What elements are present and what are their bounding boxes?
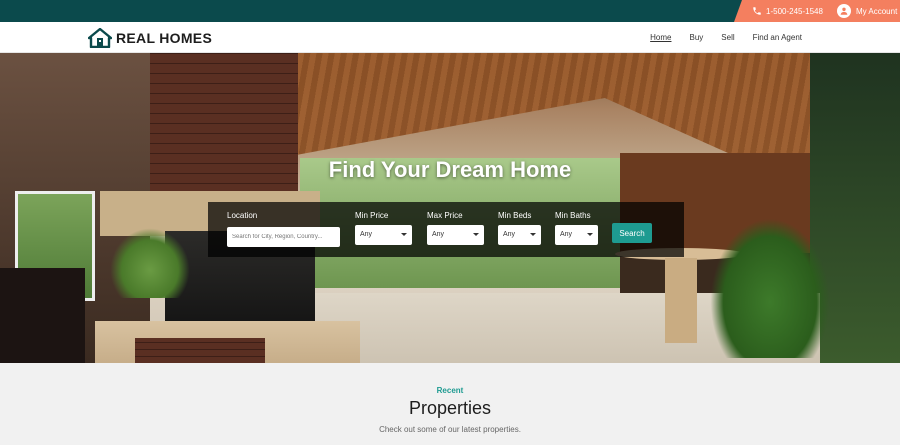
min-price-select[interactable]: Any [355, 225, 412, 245]
min-price-label: Min Price [355, 211, 389, 220]
section-subtitle: Recent [436, 386, 464, 395]
min-baths-select[interactable]: Any [555, 225, 598, 245]
max-price-value: Any [432, 231, 445, 238]
min-beds-label: Min Beds [498, 211, 532, 220]
max-price-field: Max Price Any [427, 211, 484, 245]
phone-number: 1-500-245-1548 [766, 6, 823, 16]
min-price-value: Any [360, 231, 373, 238]
search-button[interactable]: Search [612, 223, 652, 243]
max-price-select[interactable]: Any [427, 225, 484, 245]
phone-icon [753, 7, 761, 15]
location-label: Location [227, 211, 258, 220]
nav-buy[interactable]: Buy [689, 33, 703, 42]
nav-find-agent[interactable]: Find an Agent [753, 33, 802, 42]
hero-title: Find Your Dream Home [328, 157, 572, 182]
section-description: Check out some of our latest properties. [379, 425, 521, 434]
chevron-down-icon [530, 233, 536, 236]
user-circle-icon [836, 4, 851, 18]
nav-sell[interactable]: Sell [721, 33, 734, 42]
hero-bg-brick-low [135, 338, 265, 363]
min-baths-label: Min Baths [555, 211, 591, 220]
site-logo[interactable]: REAL HOMES [88, 28, 212, 48]
min-beds-value: Any [503, 231, 516, 238]
logo-text: REAL HOMES [116, 30, 213, 46]
min-baths-field: Min Baths Any [555, 211, 598, 245]
main-nav: Home Buy Sell Find an Agent [650, 33, 802, 42]
hero-bg-table-leg [665, 258, 697, 343]
hero-bg-piano [0, 268, 85, 363]
recent-properties-section: Recent Properties Check out some of our … [0, 363, 900, 445]
chevron-down-icon [401, 233, 407, 236]
location-input[interactable] [227, 227, 340, 247]
max-price-label: Max Price [427, 211, 463, 220]
hero-banner: Find Your Dream Home Location Min Price … [0, 53, 900, 363]
hero-bg-plant-small [110, 228, 190, 298]
contact-strip: 1-500-245-1548 My Account [734, 0, 900, 22]
section-title: Properties [408, 398, 492, 418]
top-bar: 1-500-245-1548 My Account [0, 0, 900, 22]
nav-home[interactable]: Home [650, 33, 671, 42]
min-baths-value: Any [560, 231, 573, 238]
min-price-field: Min Price Any [355, 211, 412, 245]
location-field: Location [227, 211, 340, 247]
site-header: REAL HOMES Home Buy Sell Find an Agent [0, 22, 900, 53]
house-icon [88, 28, 112, 48]
phone-link[interactable]: 1-500-245-1548 [752, 6, 823, 16]
chevron-down-icon [473, 233, 479, 236]
my-account-label: My Account [855, 6, 898, 16]
chevron-down-icon [587, 233, 593, 236]
property-search-form: Location Min Price Any Max Price Any Min… [208, 202, 684, 257]
my-account-link[interactable]: My Account [836, 4, 898, 18]
min-beds-field: Min Beds Any [498, 211, 541, 245]
hero-bg-plant [710, 218, 830, 358]
min-beds-select[interactable]: Any [498, 225, 541, 245]
